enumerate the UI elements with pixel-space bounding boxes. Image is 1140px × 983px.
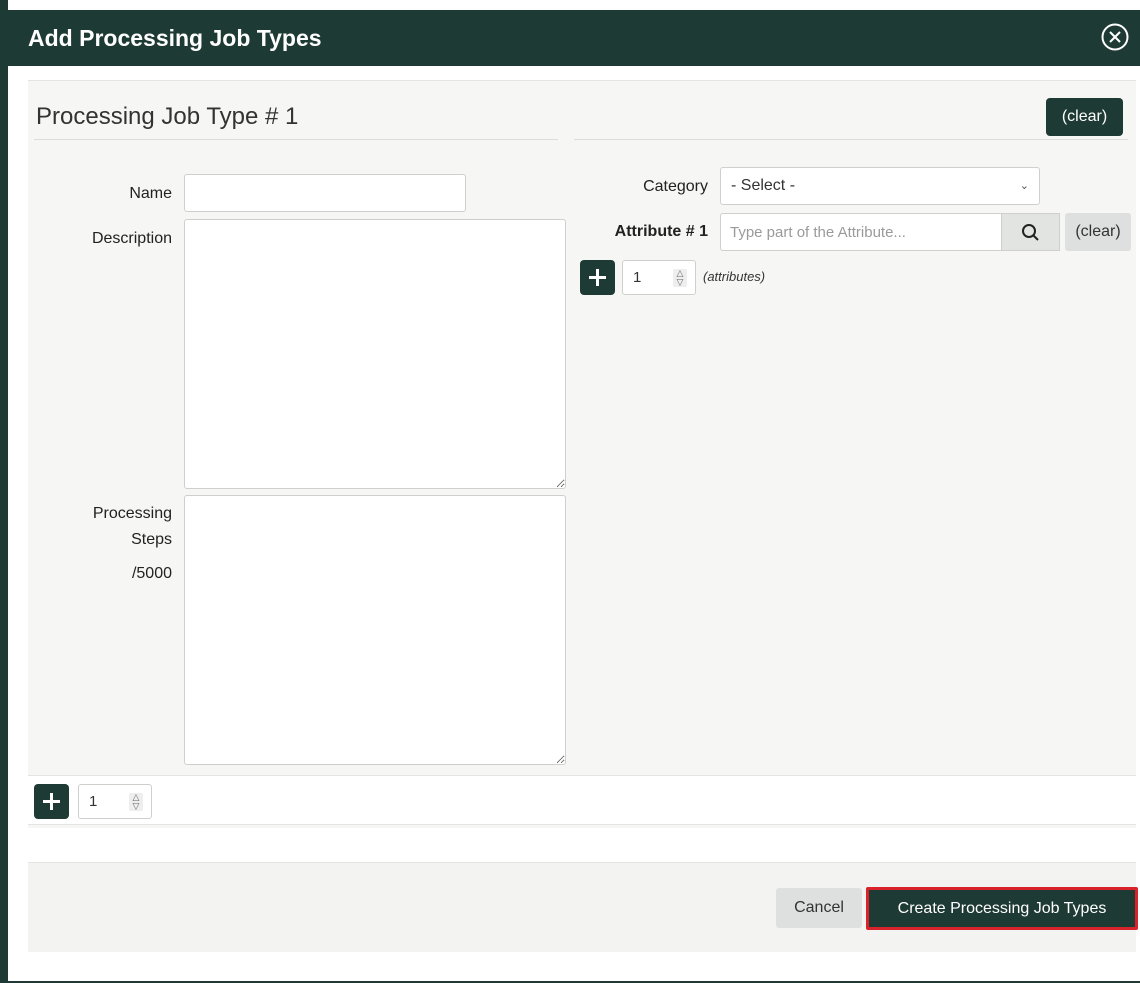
spinner-arrows-icon[interactable]: △ ▽ <box>129 793 143 811</box>
dialog-footer: Cancel Create Processing Job Types <box>28 862 1138 952</box>
name-input[interactable] <box>184 174 466 212</box>
clear-attribute-button[interactable]: (clear) <box>1065 213 1131 251</box>
job-count-bar: 1 △ ▽ <box>28 775 1136 825</box>
name-label: Name <box>129 185 172 202</box>
category-select[interactable]: - Select - ⌄ <box>720 167 1040 205</box>
attribute-count-value: 1 <box>633 269 642 286</box>
attribute-count-stepper[interactable]: 1 △ ▽ <box>622 260 696 295</box>
processing-steps-counter: /5000 <box>131 565 172 582</box>
category-label: Category <box>643 178 708 195</box>
create-processing-job-types-button[interactable]: Create Processing Job Types <box>866 887 1138 930</box>
section-title: Processing Job Type # 1 <box>36 103 299 130</box>
attribute-label: Attribute # 1 <box>614 223 708 240</box>
add-processing-job-types-dialog: Add Processing Job Types Processing Job … <box>0 0 1140 983</box>
attribute-search-button[interactable] <box>1002 213 1060 251</box>
description-textarea[interactable] <box>184 219 566 489</box>
section-divider-right <box>574 139 1128 140</box>
section-divider-left <box>34 139 558 140</box>
description-label: Description <box>91 230 172 247</box>
dialog-titlebar: Add Processing Job Types <box>8 10 1140 66</box>
cancel-button[interactable]: Cancel <box>776 888 862 928</box>
add-attribute-button[interactable] <box>580 260 615 295</box>
attribute-search-input[interactable] <box>720 213 1002 251</box>
job-type-panel: Processing Job Type # 1 (clear) Name Des… <box>28 80 1136 828</box>
dialog-title: Add Processing Job Types <box>28 25 322 51</box>
spinner-arrows-icon[interactable]: △ ▽ <box>673 269 687 287</box>
job-count-stepper[interactable]: 1 △ ▽ <box>78 784 152 819</box>
job-count-value: 1 <box>89 793 98 810</box>
search-icon <box>1022 224 1039 241</box>
close-icon[interactable] <box>1100 22 1130 52</box>
chevron-down-icon: ⌄ <box>1019 180 1029 192</box>
clear-job-type-button[interactable]: (clear) <box>1046 98 1123 136</box>
processing-steps-label: Processing <box>92 505 172 522</box>
add-job-type-button[interactable] <box>34 784 69 819</box>
attributes-hint: (attributes) <box>703 269 766 284</box>
category-selected-value: - Select - <box>731 177 796 194</box>
processing-steps-textarea[interactable] <box>184 495 566 765</box>
processing-steps-label-2: Steps <box>131 531 172 548</box>
